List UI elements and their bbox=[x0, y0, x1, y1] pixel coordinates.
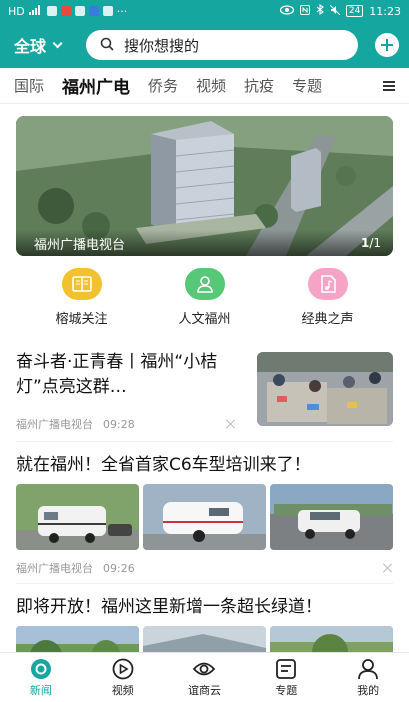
tab-anti-epidemic[interactable]: 抗疫 bbox=[244, 75, 274, 96]
news-item[interactable]: 奋斗者·正青春丨福州“小桔灯”点亮这群… 福州广播电视台 09:28 bbox=[16, 350, 393, 440]
tab-menu-button[interactable] bbox=[369, 68, 409, 103]
news-thumbnail bbox=[257, 352, 393, 426]
shortcut-row: 榕城关注 人文福州 经典之声 bbox=[0, 268, 409, 332]
news-title: 奋斗者·正青春丨福州“小桔灯”点亮这群… bbox=[16, 352, 218, 397]
status-left-icons: HD ··· bbox=[8, 4, 128, 18]
tab-video[interactable]: 视频 bbox=[196, 75, 226, 96]
search-icon bbox=[100, 36, 114, 55]
close-icon[interactable] bbox=[226, 419, 236, 429]
news-title: 即将开放！福州这里新增一条超长绿道！ bbox=[16, 597, 322, 617]
clock: 11:23 bbox=[369, 4, 401, 18]
nav-label: 专题 bbox=[275, 683, 298, 697]
tab-topics[interactable]: 专题 bbox=[292, 75, 322, 96]
nav-label: 新闻 bbox=[29, 683, 52, 697]
banner-carousel[interactable]: 福州广播电视台 1/1 bbox=[16, 116, 393, 256]
nav-label: 我的 bbox=[357, 683, 380, 697]
bluetooth-icon bbox=[316, 3, 324, 18]
nav-label: 谊商云 bbox=[187, 683, 221, 697]
nav-news[interactable]: 新闻 bbox=[6, 658, 76, 698]
music-icon bbox=[307, 268, 348, 300]
nav-label: 视频 bbox=[111, 683, 134, 697]
shortcut-rongcheng-focus[interactable]: 榕城关注 bbox=[32, 268, 132, 332]
news-time: 09:26 bbox=[103, 561, 135, 575]
news-thumbnails bbox=[16, 484, 393, 550]
search-placeholder: 搜你想搜的 bbox=[124, 36, 200, 55]
search-box[interactable]: 搜你想搜的 bbox=[86, 30, 358, 60]
add-icon[interactable] bbox=[375, 33, 399, 57]
cloud-eye-icon bbox=[192, 658, 216, 680]
nfc-icon bbox=[299, 4, 310, 18]
status-bar: HD ··· 24 11:23 bbox=[0, 0, 409, 22]
book-icon bbox=[61, 268, 102, 300]
app-notification-icon bbox=[74, 6, 85, 16]
person-icon bbox=[184, 268, 225, 300]
nav-profile[interactable]: 我的 bbox=[333, 658, 403, 698]
shortcut-label: 榕城关注 bbox=[55, 312, 108, 327]
chevron-down-icon bbox=[52, 37, 63, 48]
news-thumbnail bbox=[270, 484, 393, 550]
news-time: 09:28 bbox=[103, 417, 135, 431]
region-selector[interactable]: 全球 bbox=[14, 33, 80, 57]
bottom-navigation: 新闻 视频 谊商云 专题 我的 bbox=[0, 652, 409, 702]
banner-page-indicator: 1/1 bbox=[360, 236, 381, 250]
menu-icon bbox=[383, 80, 395, 91]
news-title: 就在福州！全省首家C6车型培训来了！ bbox=[16, 455, 311, 475]
news-source: 福州广播电视台 bbox=[16, 562, 93, 575]
more-notifications-icon: ··· bbox=[116, 4, 128, 18]
news-icon bbox=[29, 658, 53, 680]
top-header: 全球 搜你想搜的 bbox=[0, 22, 409, 68]
battery-icon: 24 bbox=[345, 5, 364, 17]
region-label: 全球 bbox=[14, 37, 47, 56]
channel-tabs: 国际 福州广电 侨务 视频 抗疫 专题 bbox=[0, 68, 409, 104]
profile-icon bbox=[356, 658, 380, 680]
tab-international[interactable]: 国际 bbox=[14, 75, 44, 96]
divider bbox=[16, 583, 393, 584]
app-notification-icon bbox=[88, 6, 99, 16]
app-notification-icon bbox=[102, 6, 113, 16]
banner-caption: 福州广播电视台 bbox=[34, 237, 126, 253]
app-notification-icon bbox=[46, 6, 57, 16]
play-icon bbox=[111, 658, 135, 680]
banner-caption-bar: 福州广播电视台 1/1 bbox=[16, 230, 393, 256]
app-notification-icon bbox=[60, 6, 71, 16]
signal-icon bbox=[28, 4, 43, 18]
eye-icon bbox=[279, 4, 294, 18]
tab-fuzhou-radio-tv[interactable]: 福州广电 bbox=[62, 73, 130, 98]
news-thumbnail bbox=[16, 484, 139, 550]
network-label: HD bbox=[8, 4, 25, 18]
tab-overseas-affairs[interactable]: 侨务 bbox=[148, 75, 178, 96]
shortcut-humanities-fuzhou[interactable]: 人文福州 bbox=[155, 268, 255, 332]
shortcut-label: 人文福州 bbox=[178, 312, 231, 327]
close-icon[interactable] bbox=[383, 563, 393, 573]
news-meta: 福州广播电视台 09:26 bbox=[16, 560, 393, 576]
news-item[interactable]: 就在福州！全省首家C6车型培训来了！ 福州广播电视台 09:26 bbox=[16, 452, 393, 576]
news-source: 福州广播电视台 bbox=[16, 418, 93, 431]
shortcut-classic-voice[interactable]: 经典之声 bbox=[278, 268, 378, 332]
nav-topics[interactable]: 专题 bbox=[251, 658, 321, 698]
topic-icon bbox=[274, 658, 298, 680]
nav-video[interactable]: 视频 bbox=[88, 658, 158, 698]
divider bbox=[16, 441, 393, 442]
shortcut-label: 经典之声 bbox=[301, 312, 354, 327]
news-meta: 福州广播电视台 09:28 bbox=[16, 416, 236, 432]
news-thumbnail bbox=[143, 484, 266, 550]
status-right-icons: 24 11:23 bbox=[279, 3, 401, 18]
mute-icon bbox=[329, 4, 341, 18]
nav-yishangyun[interactable]: 谊商云 bbox=[169, 658, 239, 698]
